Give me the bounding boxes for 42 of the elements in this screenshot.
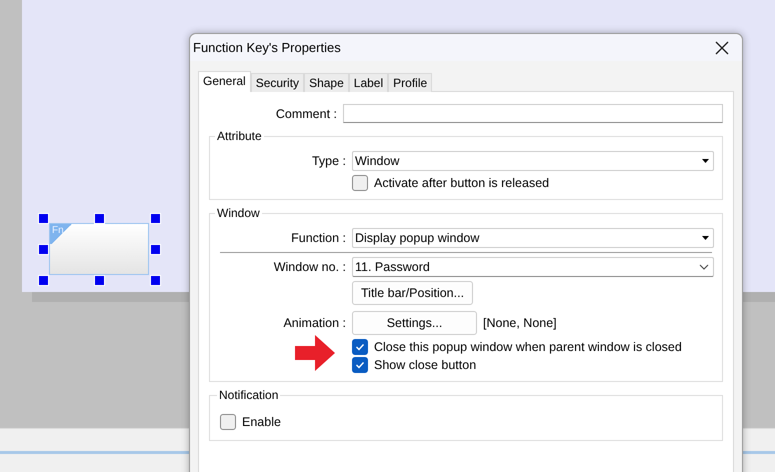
checkbox-label[interactable]: Activate after button is released — [374, 176, 550, 190]
tab[interactable]: Security — [250, 73, 304, 92]
checkbox[interactable] — [352, 339, 368, 355]
resize-handle[interactable] — [94, 213, 105, 224]
group-title: Attribute — [216, 129, 263, 143]
comment-field[interactable] — [343, 104, 723, 123]
tab[interactable]: Label — [348, 73, 388, 92]
group-title: Notification — [218, 388, 280, 402]
chevron-icon — [699, 264, 709, 270]
resize-handle[interactable] — [150, 275, 161, 286]
function-dropdown[interactable]: Display popup window — [352, 228, 714, 248]
checkbox-label[interactable]: Enable — [242, 415, 281, 429]
resize-handle[interactable] — [38, 275, 49, 286]
checkbox[interactable] — [352, 357, 368, 373]
resize-handle[interactable] — [150, 244, 161, 255]
fn-tag: Fn — [50, 224, 74, 244]
checkbox[interactable] — [220, 414, 236, 430]
tab[interactable]: General — [198, 71, 251, 92]
field-label: Function : — [290, 231, 346, 245]
tab[interactable]: Profile — [388, 73, 432, 92]
checkbox-label[interactable]: Show close button — [374, 358, 476, 372]
resize-handle[interactable] — [38, 213, 49, 224]
dialog-title: Function Key's Properties — [193, 40, 341, 55]
resize-handle[interactable] — [94, 275, 105, 286]
tab[interactable]: Shape — [304, 73, 349, 92]
field-label: Window no. : — [272, 260, 346, 274]
caret-icon — [702, 159, 709, 163]
field-label: Type : — [310, 154, 346, 168]
settings-button[interactable]: Settings... — [352, 311, 477, 335]
animation-value: [None, None] — [483, 316, 557, 330]
caret-icon — [702, 236, 709, 240]
type-dropdown[interactable]: Window — [352, 151, 714, 171]
window-number-dropdown[interactable]: 11. Password — [352, 257, 714, 277]
checkbox-label[interactable]: Close this popup window when parent window is closed — [374, 340, 682, 354]
close-icon[interactable] — [715, 40, 729, 54]
checkbox[interactable] — [352, 175, 368, 191]
resize-handle[interactable] — [150, 213, 161, 224]
field-label: Comment : — [274, 106, 337, 120]
title-bar-button[interactable]: Title bar/Position... — [352, 281, 474, 305]
field-label: Animation : — [282, 316, 346, 330]
resize-handle[interactable] — [38, 244, 49, 255]
group-title: Window — [216, 206, 261, 220]
